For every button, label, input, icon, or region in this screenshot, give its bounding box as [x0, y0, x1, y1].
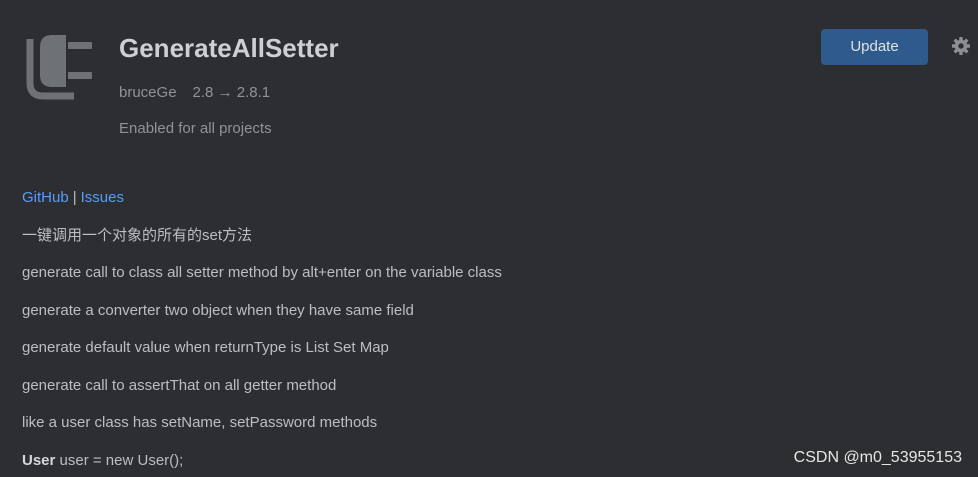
description-line: generate call to class all setter method… [22, 264, 502, 281]
plug-icon [26, 35, 92, 100]
links-line: GitHub | Issues [22, 182, 922, 214]
code-type-name: User [22, 451, 56, 469]
gear-icon[interactable] [951, 36, 971, 56]
plugin-name: GenerateAllSetter [119, 33, 339, 63]
description-line: generate a converter two object when the… [22, 301, 414, 319]
plugin-version: 2.8 → 2.8.1 [192, 84, 271, 101]
github-link[interactable]: GitHub [22, 189, 69, 206]
plugin-status: Enabled for all projects [119, 120, 272, 137]
description-line: like a user class has setName, setPasswo… [22, 414, 378, 431]
issues-link[interactable]: Issues [81, 189, 124, 206]
update-button[interactable]: Update [821, 29, 928, 65]
plugin-meta: bruceGe 2.8 → 2.8.1 [119, 83, 270, 103]
description-line: generate call to assertThat on all gette… [22, 376, 337, 394]
description-line: generate default value when returnType i… [22, 339, 389, 356]
code-example-line: User user = new User(); [22, 445, 922, 477]
link-separator: | [72, 189, 77, 206]
code-statement: user = new User(); [55, 451, 184, 469]
plugin-description: GitHub | Issues 一键调用一个对象的所有的set方法 generate… [22, 182, 922, 477]
watermark: CSDN @m0_53955153 [793, 449, 962, 466]
plugin-details-panel: GenerateAllSetter bruceGe 2.8 → 2.8.1 Ena… [0, 0, 978, 477]
description-line: 一键调用一个对象的所有的set方法 [22, 226, 253, 244]
plugin-vendor: bruceGe [119, 84, 177, 101]
